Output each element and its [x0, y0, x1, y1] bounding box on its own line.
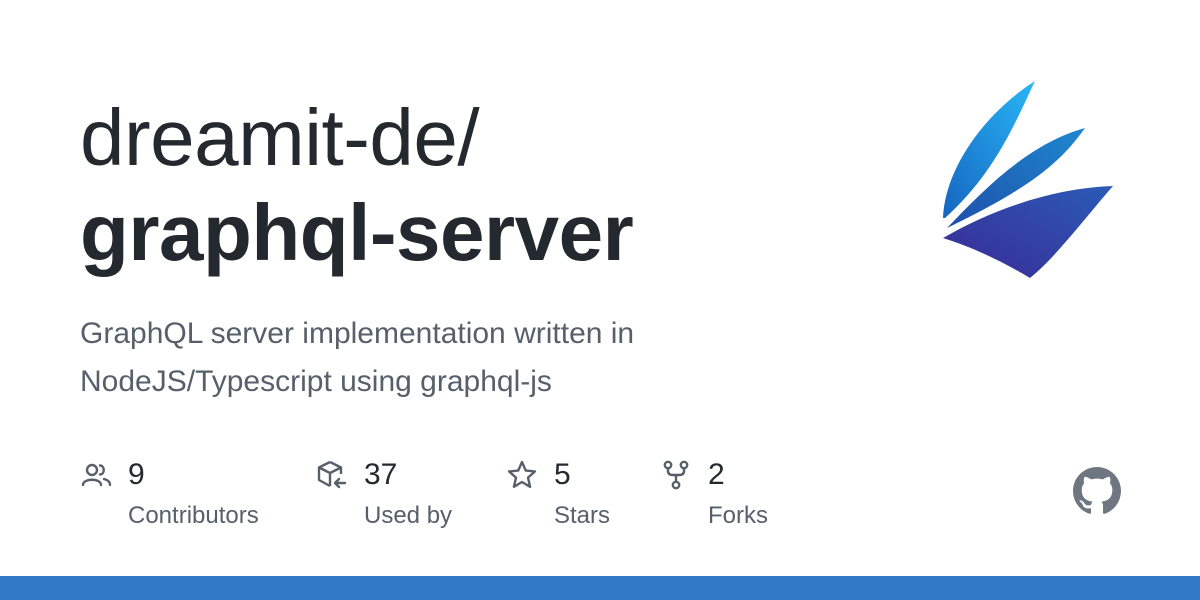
people-icon [81, 463, 112, 487]
stars-label: Stars [554, 502, 611, 529]
repo-description: GraphQL server implementation written in… [80, 317, 635, 398]
repo-name[interactable]: graphql-server [80, 187, 634, 279]
used-by-count: 37 [364, 458, 398, 491]
contributors-label: Contributors [128, 502, 259, 529]
package-dependents-icon [317, 460, 347, 489]
github-logo-icon[interactable] [1073, 467, 1121, 515]
logo-sail-bottom [943, 186, 1113, 278]
forks-count: 2 [708, 458, 725, 491]
language-color-bar [0, 576, 1200, 600]
repo-forked-icon [663, 460, 689, 490]
star-icon [507, 460, 537, 488]
used-by-label: Used by [364, 502, 453, 529]
forks-label: Forks [708, 502, 768, 529]
organization-logo [943, 81, 1113, 278]
contributors-count: 9 [128, 458, 145, 491]
repo-owner[interactable]: dreamit-de/ [80, 92, 480, 184]
stars-count: 5 [554, 458, 571, 491]
